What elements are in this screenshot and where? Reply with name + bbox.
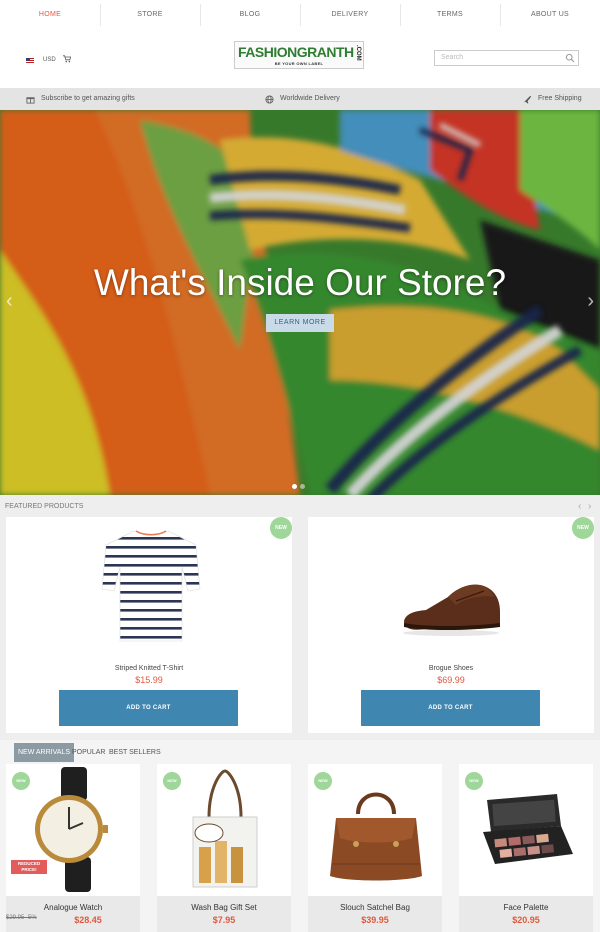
globe-icon (265, 94, 274, 104)
featured-products: FEATURED PRODUCTS ‹ › NEW Striped Knitte… (0, 495, 600, 740)
new-badge: NEW (465, 772, 483, 790)
product-card[interactable]: NEW Striped Knitted T-Shirt $15.99 ADD T… (6, 517, 292, 733)
site-header: USD FASHIONGRANTH .COM BE YOUR OWN LABEL… (0, 30, 600, 88)
chevron-right-icon[interactable]: › (587, 290, 594, 313)
product-price: $15.99 (135, 675, 163, 685)
product-price: $69.99 (437, 675, 465, 685)
product-card[interactable]: NEW REDUCED PRICE! Analogue Watch $29.95… (6, 764, 140, 932)
product-card[interactable]: NEW Brogue Shoes $69.99 ADD TO CART (308, 517, 594, 733)
slide-dot-2[interactable] (300, 484, 305, 489)
featured-title: FEATURED PRODUCTS (5, 503, 84, 510)
hero-title: What's Inside Our Store? (93, 262, 507, 303)
new-badge: NEW (163, 772, 181, 790)
product-image (483, 794, 573, 864)
new-badge: NEW (270, 517, 292, 539)
chevron-left-icon[interactable]: ‹ (578, 501, 581, 512)
chevron-left-icon[interactable]: ‹ (6, 290, 13, 313)
search-input[interactable]: Search (434, 50, 579, 66)
logo-suffix: .COM (355, 45, 361, 61)
product-price: $7.95 (212, 915, 236, 925)
chevron-right-icon[interactable]: › (588, 501, 591, 512)
tab-new-arrivals[interactable]: NEW ARRIVALS (14, 743, 74, 762)
us-flag-icon[interactable] (26, 58, 34, 64)
cart-icon[interactable] (63, 55, 71, 63)
product-name[interactable]: Striped Knitted T-Shirt (6, 665, 292, 672)
new-badge: NEW (12, 772, 30, 790)
subscribe-text: Subscribe to get amazing gifts (41, 95, 135, 102)
product-name[interactable]: Brogue Shoes (308, 665, 594, 672)
slider-dots (292, 484, 305, 489)
product-card[interactable]: NEW Wash Bag Gift Set $7.95 (157, 764, 291, 932)
search-icon[interactable] (565, 53, 575, 63)
nav-delivery[interactable]: DELIVERY (300, 0, 400, 30)
product-name[interactable]: Analogue Watch (6, 903, 140, 912)
delivery-info: Worldwide Delivery (265, 88, 340, 110)
shipping-text: Free Shipping (538, 95, 582, 102)
product-name[interactable]: Wash Bag Gift Set (157, 903, 291, 912)
add-to-cart-button[interactable]: ADD TO CART (59, 690, 238, 726)
new-badge: NEW (572, 517, 594, 539)
top-navigation: HOME STORE BLOG DELIVERY TERMS ABOUT US (0, 0, 600, 30)
add-to-cart-button[interactable]: ADD TO CART (361, 690, 540, 726)
logo-tagline: BE YOUR OWN LABEL (274, 61, 324, 66)
product-image (403, 584, 500, 636)
product-card[interactable]: NEW Face Palette $20.95 (459, 764, 593, 932)
product-footer (308, 896, 442, 932)
product-old-price: $29.95 -5% (6, 915, 37, 921)
nav-store[interactable]: STORE (100, 0, 200, 30)
plane-icon (523, 95, 532, 104)
gift-icon (26, 96, 35, 104)
product-image (330, 792, 422, 881)
search-placeholder: Search (441, 54, 464, 61)
nav-blog[interactable]: BLOG (200, 0, 300, 30)
new-badge: NEW (314, 772, 332, 790)
shipping-info: Free Shipping (523, 88, 582, 110)
reduced-price-label: REDUCED PRICE! (11, 860, 47, 874)
logo-wordmark: FASHIONGRANTH (238, 44, 354, 60)
currency-selector[interactable]: USD (43, 57, 56, 63)
product-price: $28.45 (74, 915, 102, 925)
product-price: $39.95 (361, 915, 389, 925)
subscribe-info[interactable]: Subscribe to get amazing gifts (26, 88, 135, 110)
product-card[interactable]: NEW Slouch Satchel Bag $39.95 (308, 764, 442, 932)
product-price: $20.95 (512, 915, 540, 925)
product-tabs: NEW ARRIVALS POPULAR BEST SELLERS NEW RE… (0, 740, 600, 932)
product-name[interactable]: Face Palette (459, 903, 593, 912)
delivery-text: Worldwide Delivery (280, 95, 340, 102)
hero-slider: What's Inside Our Store? LEARN MORE ‹ › (0, 110, 600, 495)
product-footer (6, 896, 140, 932)
product-image (192, 769, 258, 888)
nav-about-us[interactable]: ABOUT US (500, 0, 600, 30)
product-image (101, 530, 201, 642)
learn-more-button[interactable]: LEARN MORE (266, 314, 334, 332)
tab-popular[interactable]: POPULAR (68, 743, 109, 762)
info-bar: Subscribe to get amazing gifts Worldwide… (0, 88, 600, 110)
product-footer (157, 896, 291, 932)
site-logo[interactable]: FASHIONGRANTH .COM BE YOUR OWN LABEL (234, 41, 364, 69)
product-footer (459, 896, 593, 932)
nav-home[interactable]: HOME (0, 0, 100, 30)
tab-best-sellers[interactable]: BEST SELLERS (105, 743, 165, 762)
slide-dot-1[interactable] (292, 484, 297, 489)
product-name[interactable]: Slouch Satchel Bag (308, 903, 442, 912)
nav-terms[interactable]: TERMS (400, 0, 500, 30)
